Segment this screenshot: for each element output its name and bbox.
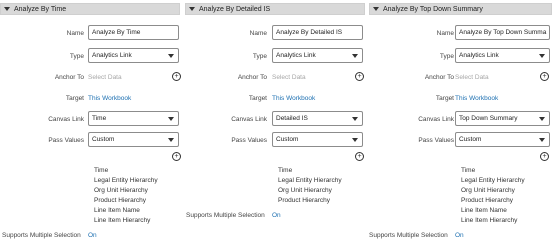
name-label: Name [249, 30, 267, 37]
list-item: Line Item Name [461, 207, 507, 214]
hierarchy-list: Time Legal Entity Hierarchy Org Unit Hie… [278, 166, 342, 206]
supports-multiple-selection-label: Supports Multiple Selection [369, 232, 448, 239]
list-item: Legal Entity Hierarchy [94, 177, 158, 184]
chevron-down-icon [539, 54, 545, 58]
panel-title: Analyze By Time [14, 5, 67, 13]
anchor-to-label: Anchor To [54, 74, 84, 81]
canvas-link-label: Canvas Link [418, 116, 454, 123]
supports-multiple-selection-toggle[interactable]: On [272, 212, 281, 219]
caret-down-icon [4, 7, 10, 11]
add-anchor-button[interactable]: + [172, 72, 181, 81]
type-select[interactable]: Analytics Link [272, 48, 363, 63]
panel-analyze-by-time: Analyze By Time Name Analyze By Time Typ… [0, 0, 181, 249]
list-item: Legal Entity Hierarchy [461, 177, 525, 184]
panel-header[interactable]: Analyze By Detailed IS [185, 3, 365, 15]
pass-values-label: Pass Values [48, 137, 84, 144]
anchor-to-label: Anchor To [424, 74, 454, 81]
chevron-down-icon [168, 117, 174, 121]
list-item: Product Hierarchy [278, 197, 331, 204]
list-item: Time [94, 167, 109, 174]
chevron-down-icon [352, 54, 358, 58]
list-item: Line Item Name [94, 207, 140, 214]
anchor-to-select[interactable]: Select Data [272, 74, 306, 81]
anchor-to-label: Anchor To [237, 74, 267, 81]
hierarchy-list: Time Legal Entity Hierarchy Org Unit Hie… [461, 166, 525, 226]
target-label: Target [65, 95, 84, 102]
pass-values-label: Pass Values [418, 137, 454, 144]
list-item: Time [278, 167, 293, 174]
type-label: Type [252, 53, 267, 60]
list-item: Org Unit Hierarchy [461, 187, 515, 194]
pass-values-select[interactable]: Custom [455, 132, 550, 147]
add-anchor-button[interactable]: + [540, 72, 549, 81]
type-select[interactable]: Analytics Link [455, 48, 550, 63]
panel-header[interactable]: Analyze By Time [0, 3, 180, 15]
chevron-down-icon [168, 138, 174, 142]
panel-analyze-by-top-down-summary: Analyze By Top Down Summary Name Analyze… [369, 0, 552, 249]
canvas-link-value: Top Down Summary [459, 115, 518, 122]
pass-values-select[interactable]: Custom [272, 132, 363, 147]
canvas-link-label: Canvas Link [48, 116, 84, 123]
target-link[interactable]: This Workbook [272, 95, 315, 102]
canvas-link-value: Detailed IS [276, 115, 308, 122]
canvas-link-label: Canvas Link [231, 116, 267, 123]
list-item: Legal Entity Hierarchy [278, 177, 342, 184]
add-anchor-button[interactable]: + [355, 72, 364, 81]
type-select-value: Analytics Link [92, 52, 132, 59]
anchor-to-select[interactable]: Select Data [88, 74, 122, 81]
type-label: Type [69, 53, 84, 60]
name-label: Name [436, 30, 454, 37]
supports-multiple-selection-label: Supports Multiple Selection [2, 232, 81, 239]
name-field[interactable]: Analyze By Top Down Summa [455, 25, 550, 40]
type-select[interactable]: Analytics Link [88, 48, 179, 63]
pass-values-value: Custom [276, 136, 299, 143]
supports-multiple-selection-toggle[interactable]: On [455, 232, 464, 239]
caret-down-icon [189, 7, 195, 11]
canvas-link-select[interactable]: Time [88, 111, 179, 126]
chevron-down-icon [168, 54, 174, 58]
list-item: Time [461, 167, 476, 174]
anchor-to-select[interactable]: Select Data [455, 74, 489, 81]
panel-title: Analyze By Detailed IS [199, 5, 271, 13]
canvas-link-value: Time [92, 115, 107, 122]
pass-values-select[interactable]: Custom [88, 132, 179, 147]
target-link[interactable]: This Workbook [88, 95, 131, 102]
type-select-value: Analytics Link [459, 52, 499, 59]
chevron-down-icon [539, 117, 545, 121]
list-item: Org Unit Hierarchy [278, 187, 332, 194]
chevron-down-icon [539, 138, 545, 142]
supports-multiple-selection-label: Supports Multiple Selection [186, 212, 265, 219]
type-label: Type [439, 53, 454, 60]
list-item: Product Hierarchy [461, 197, 514, 204]
pass-values-label: Pass Values [231, 137, 267, 144]
target-label: Target [248, 95, 267, 102]
name-field[interactable]: Analyze By Time [88, 25, 179, 40]
caret-down-icon [373, 7, 379, 11]
target-link[interactable]: This Workbook [455, 95, 498, 102]
list-item: Product Hierarchy [94, 197, 147, 204]
panel-title: Analyze By Top Down Summary [383, 5, 483, 13]
name-label: Name [66, 30, 84, 37]
target-label: Target [435, 95, 454, 102]
add-pass-value-button[interactable]: + [172, 152, 181, 161]
canvas-link-select[interactable]: Detailed IS [272, 111, 363, 126]
list-item: Line Item Hierarchy [461, 217, 518, 224]
chevron-down-icon [352, 117, 358, 121]
pass-values-value: Custom [459, 136, 482, 143]
add-pass-value-button[interactable]: + [355, 152, 364, 161]
supports-multiple-selection-toggle[interactable]: On [88, 232, 97, 239]
chevron-down-icon [352, 138, 358, 142]
type-select-value: Analytics Link [276, 52, 316, 59]
canvas-link-select[interactable]: Top Down Summary [455, 111, 550, 126]
panel-analyze-by-detailed-is: Analyze By Detailed IS Name Analyze By D… [185, 0, 365, 249]
add-pass-value-button[interactable]: + [540, 152, 549, 161]
name-field[interactable]: Analyze By Detailed IS [272, 25, 363, 40]
list-item: Line Item Hierarchy [94, 217, 151, 224]
pass-values-value: Custom [92, 136, 115, 143]
hierarchy-list: Time Legal Entity Hierarchy Org Unit Hie… [94, 166, 158, 226]
panel-header[interactable]: Analyze By Top Down Summary [369, 3, 552, 15]
list-item: Org Unit Hierarchy [94, 187, 148, 194]
